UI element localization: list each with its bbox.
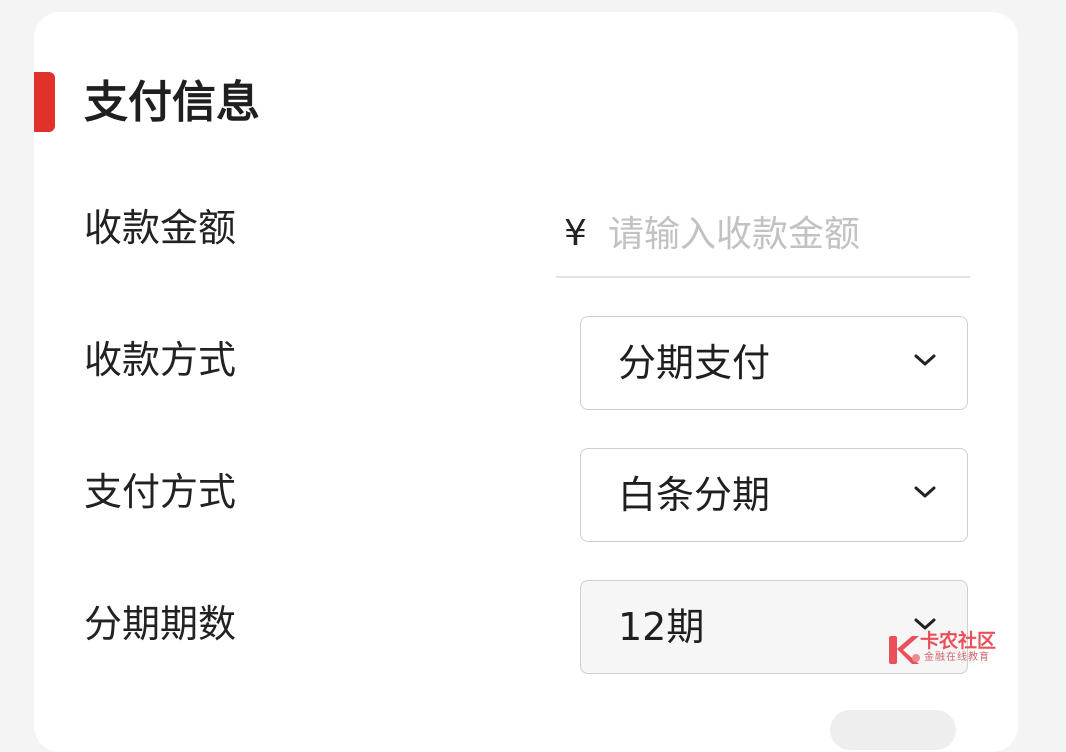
section-title: 支付信息 bbox=[84, 77, 260, 128]
watermark-title: 卡农社区 bbox=[920, 630, 997, 652]
collection-method-label: 收款方式 bbox=[84, 338, 237, 382]
payment-method-select[interactable]: 白条分期 bbox=[580, 448, 968, 542]
amount-label: 收款金额 bbox=[84, 206, 237, 250]
amount-input[interactable] bbox=[608, 204, 958, 264]
chevron-down-icon bbox=[914, 486, 936, 498]
watermark: 卡农社区 金融在线教育 bbox=[886, 630, 1016, 670]
installments-label: 分期期数 bbox=[84, 602, 237, 646]
kanong-logo-icon bbox=[889, 636, 920, 664]
chevron-down-icon bbox=[914, 354, 936, 366]
section-accent-bar bbox=[34, 72, 55, 132]
collection-method-select[interactable]: 分期支付 bbox=[580, 316, 968, 410]
payment-method-label: 支付方式 bbox=[84, 470, 237, 514]
watermark-subtitle: 金融在线教育 bbox=[924, 652, 990, 663]
currency-symbol: ¥ bbox=[564, 213, 587, 254]
payment-method-value: 白条分期 bbox=[618, 473, 771, 517]
bottom-partial-button[interactable] bbox=[830, 710, 956, 750]
collection-method-value: 分期支付 bbox=[618, 341, 771, 385]
amount-field: ¥ bbox=[556, 196, 970, 278]
installments-value: 12期 bbox=[618, 605, 705, 649]
